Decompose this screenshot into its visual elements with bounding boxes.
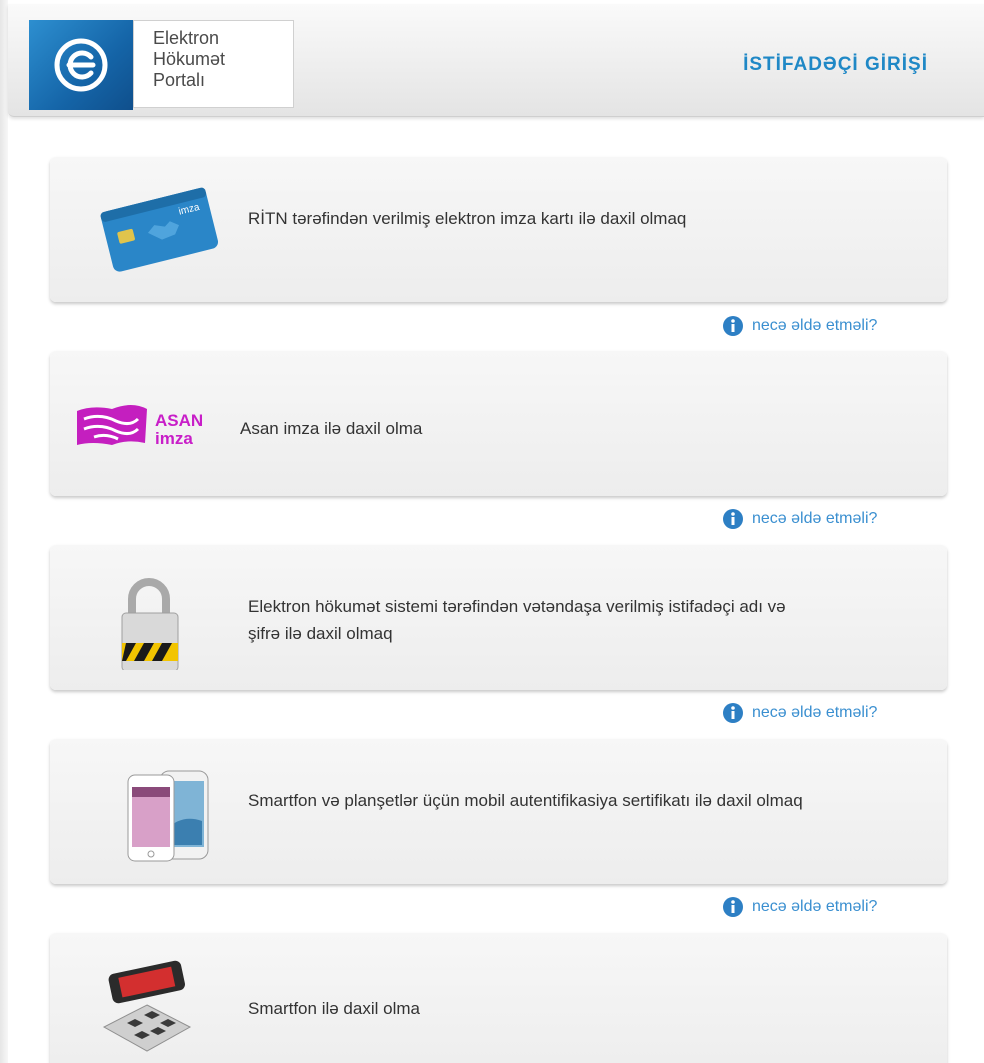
login-option-card[interactable]: Smartfon və planşetlər üçün mobil autent… [50, 739, 947, 884]
how-to-get-label: necə əldə etməli? [752, 898, 878, 915]
how-to-get-link[interactable]: necə əldə etməli? [722, 895, 877, 919]
how-to-get-link[interactable]: necə əldə etməli? [722, 314, 877, 338]
asan-imza-logo: ASAN imza [77, 405, 203, 448]
asan-logo-line-1: ASAN [155, 411, 203, 430]
how-to-get-link[interactable]: necə əldə etməli? [722, 507, 877, 531]
login-option-card[interactable]: Smartfon ilə daxil olma [50, 933, 947, 1063]
login-option-card[interactable]: imza RİTN tərəfindən verilmiş elektron i… [50, 157, 947, 302]
logo-line-1: Elektron [153, 28, 220, 48]
smartphones-icon [127, 770, 209, 862]
login-option-card[interactable]: Elektron hökumət sistemi tərəfindən vətə… [50, 545, 947, 690]
id-card-icon: imza [100, 187, 219, 272]
logo-line-3: Portalı [153, 70, 206, 90]
padlock-icon [121, 578, 179, 670]
info-icon [723, 703, 743, 723]
how-to-get-label: necə əldə etməli? [752, 510, 878, 527]
option-text: Smartfon ilə daxil olma [248, 999, 420, 1018]
left-border [0, 0, 8, 1063]
how-to-get-label: necə əldə etməli? [752, 317, 878, 334]
login-page: Elektron Hökumət Portalı İSTİFADƏÇİ GİRİ… [0, 0, 984, 1063]
option-text: RİTN tərəfindən verilmiş elektron imza k… [248, 209, 687, 228]
info-icon [723, 509, 743, 529]
portal-logo-icon[interactable] [29, 20, 133, 110]
option-text: Smartfon və planşetlər üçün mobil autent… [248, 791, 803, 810]
portal-logo-text[interactable]: Elektron Hökumət Portalı [133, 20, 294, 108]
info-icon [723, 897, 743, 917]
how-to-get-label: necə əldə etməli? [752, 704, 878, 721]
logo-line-2: Hökumət [153, 49, 226, 69]
login-option-card[interactable]: ASAN imza Asan imza ilə daxil olma [50, 351, 947, 496]
info-icon [723, 316, 743, 336]
page-title: İSTİFADƏÇİ GİRİŞİ [743, 54, 928, 75]
option-text: Asan imza ilə daxil olma [240, 419, 423, 438]
asan-logo-line-2: imza [155, 429, 193, 448]
qr-phone-icon [102, 960, 192, 1052]
how-to-get-link[interactable]: necə əldə etməli? [722, 701, 877, 725]
header-bar: Elektron Hökumət Portalı İSTİFADƏÇİ GİRİ… [8, 4, 984, 117]
option-text: Elektron hökumət sistemi tərəfindən vətə… [248, 597, 786, 643]
